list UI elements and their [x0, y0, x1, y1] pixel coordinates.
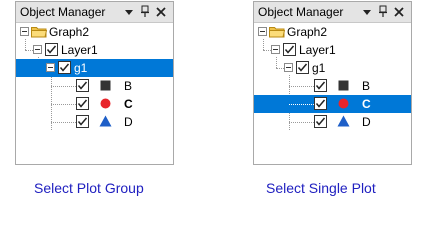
selected-row-highlight	[254, 95, 411, 113]
triangle-icon	[337, 115, 350, 127]
object-manager-panel-left: Object Manager Graph2 Layer1 g1 B C D	[15, 1, 174, 165]
tree-item-layer[interactable]: Layer1	[61, 43, 98, 57]
square-icon	[338, 80, 349, 91]
object-tree: Graph2 Layer1 g1 B C D	[254, 22, 411, 164]
tree-item-group[interactable]: g1	[312, 61, 325, 75]
group-checkbox[interactable]	[296, 61, 309, 74]
tree-item-layer[interactable]: Layer1	[299, 43, 336, 57]
tree-item-plot[interactable]: D	[124, 115, 133, 129]
panel-title: Object Manager	[258, 5, 344, 19]
circle-icon	[100, 98, 111, 109]
plot-checkbox[interactable]	[314, 79, 327, 92]
circle-icon	[338, 98, 349, 109]
object-manager-panel-right: Object Manager Graph2 Layer1 g1 B C D	[253, 1, 412, 165]
tree-connector	[51, 122, 76, 123]
caption-select-plot-group: Select Plot Group	[34, 180, 144, 196]
plot-checkbox[interactable]	[76, 97, 89, 110]
folder-icon	[269, 25, 285, 38]
layer-checkbox[interactable]	[283, 43, 296, 56]
selected-row-highlight	[16, 59, 173, 77]
tree-connector	[25, 39, 26, 50]
tree-item-plot[interactable]: B	[124, 79, 132, 93]
object-tree: Graph2 Layer1 g1 B C D	[16, 22, 173, 164]
layer-checkbox[interactable]	[45, 43, 58, 56]
tree-connector	[25, 50, 33, 51]
panel-title: Object Manager	[20, 5, 106, 19]
tree-item-plot[interactable]: C	[362, 97, 371, 111]
collapse-toggle-icon[interactable]	[33, 45, 42, 54]
collapse-toggle-icon[interactable]	[258, 27, 267, 36]
collapse-toggle-icon[interactable]	[271, 45, 280, 54]
panel-titlebar: Object Manager	[16, 2, 173, 23]
tree-item-plot[interactable]: C	[124, 97, 133, 111]
collapse-toggle-icon[interactable]	[46, 63, 55, 72]
folder-icon	[31, 25, 47, 38]
tree-connector	[289, 122, 314, 123]
triangle-icon	[99, 115, 112, 127]
collapse-toggle-icon[interactable]	[20, 27, 29, 36]
square-icon	[100, 80, 111, 91]
plot-checkbox[interactable]	[314, 97, 327, 110]
close-icon[interactable]	[393, 5, 405, 18]
caption-select-single-plot: Select Single Plot	[266, 180, 376, 196]
tree-item-graph[interactable]: Graph2	[287, 25, 327, 39]
plot-checkbox[interactable]	[76, 115, 89, 128]
plot-checkbox[interactable]	[76, 79, 89, 92]
tree-item-group[interactable]: g1	[74, 61, 87, 75]
tree-item-graph[interactable]: Graph2	[49, 25, 89, 39]
close-icon[interactable]	[155, 5, 167, 18]
dropdown-arrow-icon[interactable]	[123, 5, 135, 18]
tree-connector	[51, 104, 76, 105]
tree-connector	[51, 86, 76, 87]
panel-titlebar: Object Manager	[254, 2, 411, 23]
tree-connector	[276, 68, 284, 69]
collapse-toggle-icon[interactable]	[284, 63, 293, 72]
pin-icon[interactable]	[139, 5, 151, 18]
tree-connector	[289, 86, 314, 87]
tree-connector	[263, 50, 271, 51]
dropdown-arrow-icon[interactable]	[361, 5, 373, 18]
tree-item-plot[interactable]: B	[362, 79, 370, 93]
tree-connector	[263, 39, 264, 50]
plot-checkbox[interactable]	[314, 115, 327, 128]
tree-connector	[289, 104, 314, 105]
tree-item-plot[interactable]: D	[362, 115, 371, 129]
group-checkbox[interactable]	[58, 61, 71, 74]
pin-icon[interactable]	[377, 5, 389, 18]
tree-connector	[276, 57, 277, 68]
